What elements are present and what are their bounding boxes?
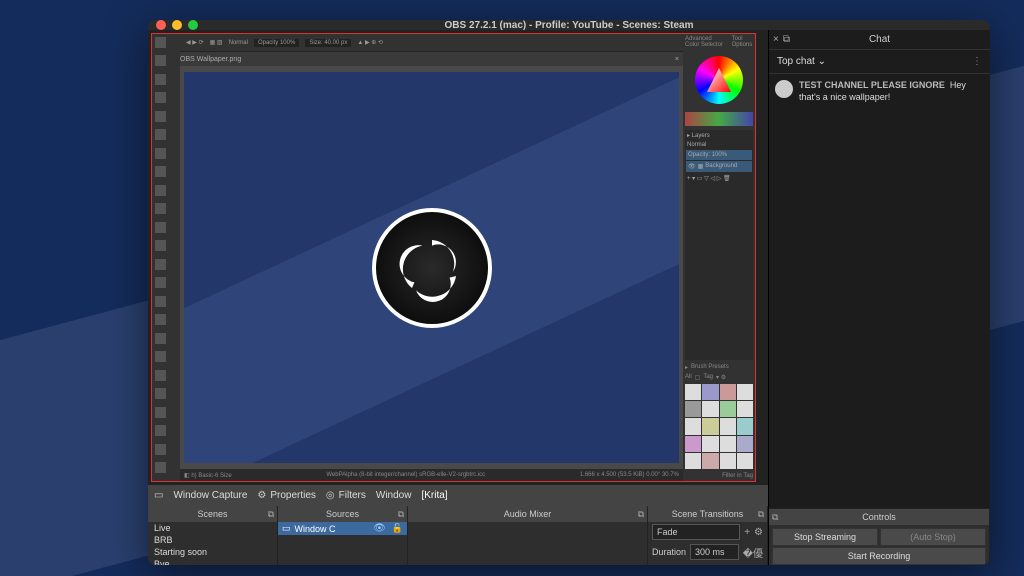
scenes-title: Scenes	[197, 509, 227, 519]
popout-icon[interactable]: ⧉	[783, 34, 790, 45]
chat-message: TEST CHANNEL PLEASE IGNORE Hey that's a …	[775, 80, 984, 103]
properties-button[interactable]: ⚙Properties	[257, 490, 316, 501]
window-title: OBS 27.2.1 (mac) - Profile: YouTube - Sc…	[148, 20, 990, 31]
window-icon: ▭	[282, 523, 291, 534]
popout-icon[interactable]: ⧉	[772, 512, 778, 523]
window-icon: ▭	[154, 490, 163, 501]
duration-label: Duration	[652, 547, 686, 557]
window-select-label: Window	[376, 490, 412, 501]
scene-item[interactable]: BRB	[148, 534, 277, 546]
window-select-value[interactable]: [Krita]	[421, 490, 447, 501]
chat-title: Chat	[869, 34, 890, 45]
transitions-panel: Scene Transitions ⧉ Fade + ⚙ Duration 300…	[648, 506, 768, 565]
popout-icon[interactable]: ⧉	[758, 509, 764, 520]
krita-canvas	[184, 72, 679, 463]
source-item[interactable]: ▭ Window C 👁 🔓	[278, 522, 407, 535]
gear-icon: ⚙	[257, 490, 266, 501]
sources-title: Sources	[326, 509, 359, 519]
source-toolbar: ▭ Window Capture ⚙Properties ◎Filters Wi…	[148, 484, 768, 506]
chevron-down-icon: ⌄	[818, 56, 826, 67]
duration-input[interactable]: 300 ms	[690, 544, 739, 560]
stop-streaming-button[interactable]: Stop Streaming	[772, 528, 878, 546]
krita-statusbar: ◧ h) Basic-6 Size WebPAlpha (8-bit integ…	[180, 469, 683, 481]
transition-properties-button[interactable]: ⚙	[754, 527, 763, 538]
auto-stop-button[interactable]: (Auto Stop)	[880, 528, 986, 546]
popout-icon[interactable]: ⧉	[638, 509, 644, 520]
transitions-title: Scene Transitions	[672, 509, 744, 519]
chat-author: TEST CHANNEL PLEASE IGNORE	[799, 80, 945, 90]
source-item-label: Window C	[295, 524, 336, 534]
visibility-toggle-icon[interactable]: 👁	[373, 523, 386, 534]
scenes-panel: Scenes⧉ Live BRB Starting soon Bye + − �…	[148, 506, 278, 565]
controls-title: Controls	[862, 512, 896, 522]
sources-panel: Sources⧉ ▭ Window C 👁 🔓 + − ⚙ ∧	[278, 506, 408, 565]
krita-toolbox	[152, 34, 180, 481]
close-dock-button[interactable]: ×	[773, 34, 779, 45]
chat-mode-select[interactable]: Top chat ⌄	[777, 56, 826, 67]
mixer-title: Audio Mixer	[504, 509, 552, 519]
transition-select[interactable]: Fade	[652, 524, 740, 540]
filters-icon: ◎	[326, 490, 335, 501]
preview-area[interactable]: ◀ ▶ ⟳▦ ▨NormalOpacity 100%Size: 40.00 px…	[148, 30, 768, 484]
lock-toggle-icon[interactable]: 🔓	[392, 523, 403, 534]
krita-layers: ▸ Layers Normal Opacity: 100% 👁▦Backgrou…	[685, 130, 753, 360]
selected-source-label: Window Capture	[173, 490, 247, 501]
popout-icon[interactable]: ⧉	[398, 509, 404, 520]
avatar-icon	[775, 80, 793, 98]
chat-dock: × ⧉ Chat Top chat ⌄ ⋮ TEST CHANNEL PLEASE…	[768, 30, 990, 565]
audio-mixer-panel: Audio Mixer ⧉	[408, 506, 648, 565]
scene-item[interactable]: Bye	[148, 558, 277, 565]
obs-logo-icon	[372, 208, 492, 328]
duration-stepper[interactable]: �優	[743, 545, 763, 560]
scene-item[interactable]: Starting soon	[148, 546, 277, 558]
chat-menu-button[interactable]: ⋮	[972, 56, 982, 67]
popout-icon[interactable]: ⧉	[268, 509, 274, 520]
titlebar: OBS 27.2.1 (mac) - Profile: YouTube - Sc…	[148, 20, 990, 30]
krita-document-tab: OBS Wallpaper.png×	[180, 52, 683, 66]
scene-item[interactable]: Live	[148, 522, 277, 534]
sources-list[interactable]: ▭ Window C 👁 🔓	[278, 522, 407, 565]
scenes-list[interactable]: Live BRB Starting soon Bye	[148, 522, 277, 565]
filters-button[interactable]: ◎Filters	[326, 490, 366, 501]
chat-messages[interactable]: TEST CHANNEL PLEASE IGNORE Hey that's a …	[769, 74, 990, 508]
preview-source[interactable]: ◀ ▶ ⟳▦ ▨NormalOpacity 100%Size: 40.00 px…	[151, 33, 756, 482]
krita-toolbar: ◀ ▶ ⟳▦ ▨NormalOpacity 100%Size: 40.00 px…	[180, 34, 683, 52]
krita-right-dock: Advanced Color SelectorTool Options ▸ La…	[683, 34, 755, 481]
start-recording-button[interactable]: Start Recording	[772, 547, 986, 565]
controls-panel: Controls ⧉ Stop Streaming (Auto Stop) Sta…	[769, 508, 990, 565]
add-transition-button[interactable]: +	[744, 527, 750, 538]
color-wheel-icon	[695, 56, 743, 104]
obs-window: OBS 27.2.1 (mac) - Profile: YouTube - Sc…	[148, 20, 990, 565]
krita-brush-presets	[683, 382, 755, 471]
